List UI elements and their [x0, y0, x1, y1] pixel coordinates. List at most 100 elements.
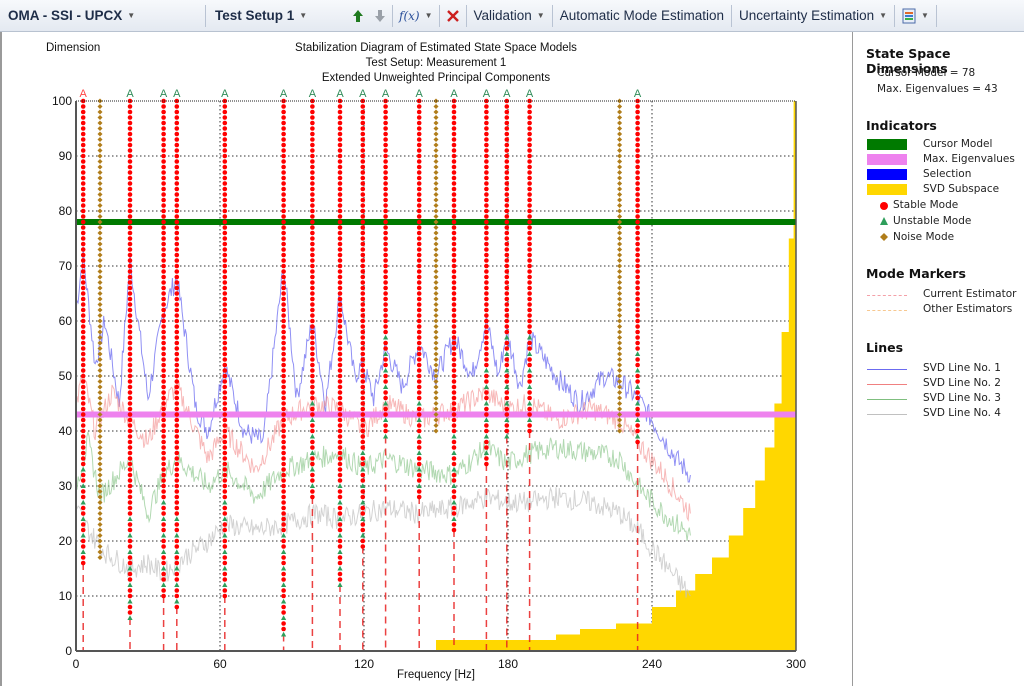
- stable-mode-point: [174, 395, 180, 401]
- stable-mode-point: [527, 390, 532, 395]
- display-options-icon: [902, 8, 916, 24]
- noise-mode-point: [97, 274, 103, 280]
- stable-mode-point: [161, 406, 166, 412]
- stable-mode-point: [161, 307, 166, 313]
- unstable-mode-point: [416, 417, 422, 422]
- unstable-mode-point: [80, 549, 86, 554]
- stable-mode-point: [484, 373, 489, 379]
- move-up-button[interactable]: [347, 4, 369, 28]
- stable-mode-point: [337, 351, 343, 357]
- stable-mode-point: [635, 296, 640, 302]
- stable-mode-point: [127, 318, 133, 324]
- function-dropdown[interactable]: f(x) ▼: [394, 4, 438, 28]
- mode-column: [174, 98, 180, 610]
- stable-mode-point: [174, 296, 180, 302]
- noise-mode-point: [433, 395, 439, 401]
- toolbar-separator: [894, 4, 896, 27]
- noise-mode-point: [97, 384, 103, 390]
- stable-mode-point: [484, 219, 489, 225]
- validation-dropdown[interactable]: Validation ▼: [468, 4, 551, 28]
- unstable-mode-point: [635, 417, 641, 422]
- stable-mode-point: [416, 390, 422, 395]
- setup-dropdown[interactable]: Test Setup 1 ▼: [207, 4, 347, 28]
- stable-mode-point: [174, 379, 180, 384]
- stable-mode-point: [281, 439, 286, 445]
- stable-mode-point: [281, 170, 286, 175]
- stable-mode-point: [281, 423, 286, 428]
- stable-mode-point: [416, 406, 422, 412]
- noise-mode-point: [433, 329, 439, 335]
- stable-mode-point: [127, 258, 133, 263]
- function-icon: f(x): [399, 8, 420, 23]
- stable-mode-point: [222, 555, 228, 560]
- noise-mode-point: [617, 186, 623, 192]
- delete-button[interactable]: [441, 4, 465, 28]
- move-down-button[interactable]: [369, 4, 391, 28]
- stable-mode-point: [127, 423, 133, 428]
- stable-mode-point: [222, 439, 228, 445]
- stable-mode-point: [174, 450, 180, 456]
- legend-label: Other Estimators: [923, 303, 1013, 315]
- stable-mode-point: [174, 357, 180, 362]
- stable-mode-point: [161, 137, 166, 142]
- stable-mode-point: [504, 170, 510, 175]
- stable-mode-point: [127, 296, 133, 302]
- stable-mode-point: [80, 324, 86, 329]
- noise-mode-point: [97, 126, 103, 131]
- stable-mode-point: [174, 302, 180, 307]
- stable-mode-point: [416, 181, 422, 186]
- stable-mode-point: [310, 489, 315, 494]
- noise-mode-point: [617, 148, 623, 153]
- stable-mode-point: [527, 192, 532, 197]
- stable-mode-point: [416, 379, 422, 384]
- stable-mode-point: [80, 197, 86, 203]
- stable-mode-point: [127, 324, 133, 329]
- stable-mode-point: [310, 324, 315, 329]
- stable-mode-point: [281, 313, 286, 318]
- stable-mode-point: [161, 456, 166, 461]
- unstable-mode-point: [527, 367, 533, 373]
- stable-mode-point: [527, 137, 532, 142]
- stable-mode-point: [127, 225, 133, 230]
- noise-mode-point: [97, 511, 103, 516]
- stable-mode-point: [174, 346, 180, 351]
- stable-mode-point: [337, 478, 343, 483]
- stable-mode-point: [504, 395, 510, 401]
- stable-mode-point: [416, 478, 422, 483]
- stable-mode-point: [222, 214, 228, 219]
- stable-mode-point: [484, 148, 489, 153]
- stable-mode-point: [310, 203, 315, 208]
- unstable-mode-point: [281, 598, 287, 604]
- stable-mode-point: [174, 604, 180, 610]
- stable-mode-point: [451, 346, 457, 351]
- stable-mode-point: [504, 214, 510, 219]
- stable-mode-point: [527, 236, 532, 241]
- stable-mode-point: [174, 544, 180, 549]
- stable-mode-point: [451, 324, 457, 329]
- stable-mode-point: [281, 137, 286, 142]
- noise-mode-point: [97, 203, 103, 208]
- stable-mode-point: [360, 175, 366, 181]
- stable-mode-point: [281, 527, 286, 533]
- automatic-mode-estimation-button[interactable]: Automatic Mode Estimation: [554, 4, 730, 28]
- display-options-dropdown[interactable]: ▼: [896, 4, 935, 28]
- noise-mode-point: [617, 280, 623, 285]
- stable-mode-point: [383, 186, 388, 192]
- stable-mode-point: [504, 390, 510, 395]
- stable-mode-point: [310, 373, 315, 379]
- stable-mode-point: [161, 505, 166, 511]
- stable-mode-point: [80, 390, 86, 395]
- stable-mode-point: [527, 170, 532, 175]
- stable-mode-point: [310, 302, 315, 307]
- stabilization-diagram[interactable]: Dimension Stabilization Diagram of Estim…: [2, 32, 852, 686]
- stable-mode-point: [161, 423, 166, 428]
- analysis-dropdown[interactable]: OMA - SSI - UPCX ▼: [0, 4, 204, 28]
- stable-mode-point: [360, 390, 366, 395]
- stable-mode-point: [504, 208, 510, 214]
- stable-mode-point: [80, 560, 86, 566]
- stable-mode-point: [127, 450, 133, 456]
- stable-mode-point: [337, 120, 343, 126]
- uncertainty-estimation-dropdown[interactable]: Uncertainty Estimation ▼: [733, 4, 893, 28]
- stable-mode-point: [360, 505, 366, 511]
- unstable-mode-point: [635, 367, 641, 373]
